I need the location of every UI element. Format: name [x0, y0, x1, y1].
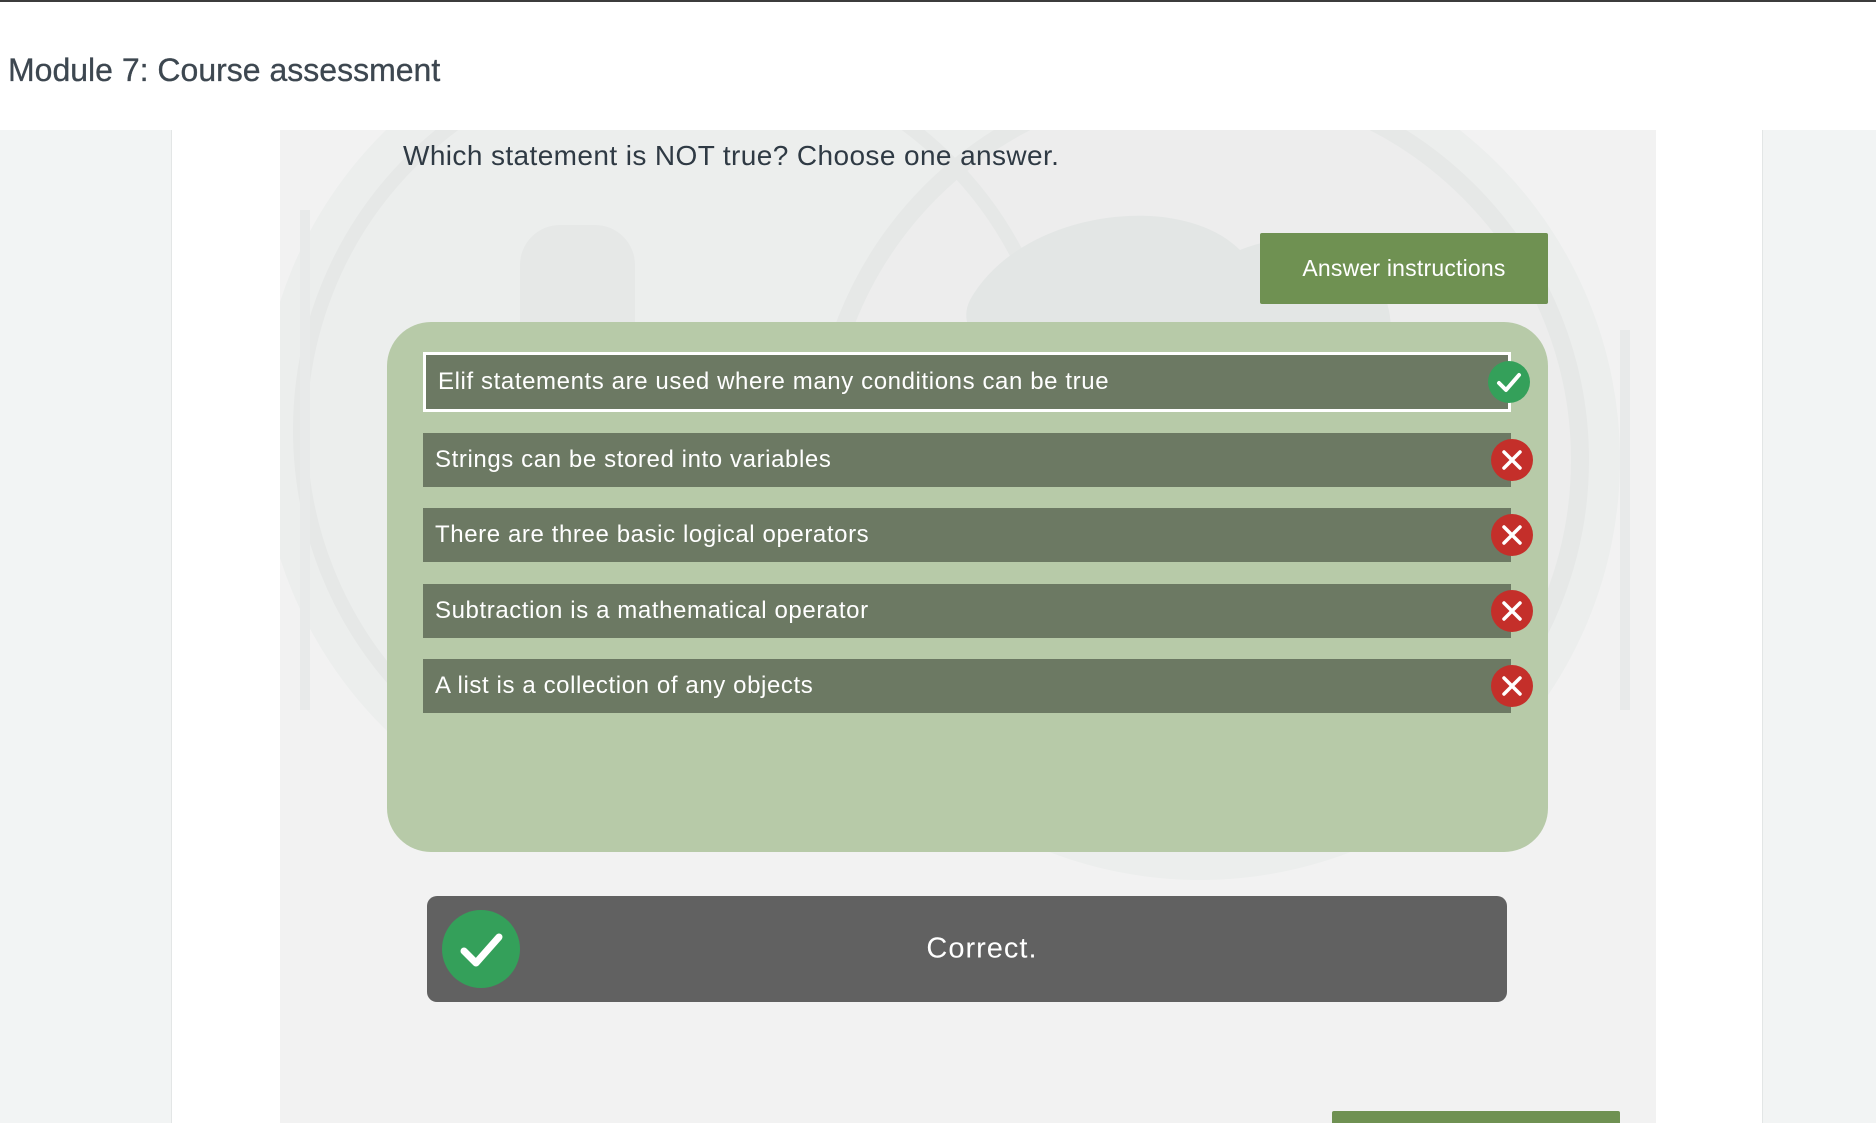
- answer-option[interactable]: Elif statements are used where many cond…: [423, 352, 1530, 412]
- close-icon: [1491, 590, 1533, 632]
- check-icon: [1488, 361, 1530, 403]
- answers-panel: Elif statements are used where many cond…: [387, 322, 1548, 852]
- answer-option-label: Subtraction is a mathematical operator: [435, 597, 869, 624]
- page-title: Module 7: Course assessment: [8, 52, 441, 88]
- question-text: Which statement is NOT true? Choose one …: [403, 140, 1060, 171]
- answer-instructions-button[interactable]: Answer instructions: [1260, 233, 1548, 304]
- feedback-banner: Correct.: [427, 896, 1507, 1002]
- page-margin-right: [1763, 130, 1876, 1123]
- answer-option-label: Strings can be stored into variables: [435, 446, 832, 473]
- feedback-text: Correct.: [926, 932, 1038, 965]
- answer-option[interactable]: Subtraction is a mathematical operator: [423, 584, 1533, 638]
- close-icon: [1491, 514, 1533, 556]
- close-icon: [1491, 439, 1533, 481]
- answer-option[interactable]: Strings can be stored into variables: [423, 433, 1533, 487]
- quiz-activity: Which statement is NOT true? Choose one …: [280, 130, 1656, 1123]
- answer-option[interactable]: There are three basic logical operators: [423, 508, 1533, 562]
- page-header: Module 7: Course assessment: [0, 0, 1876, 130]
- page-margin-left: [0, 130, 171, 1123]
- answer-option[interactable]: A list is a collection of any objects: [423, 659, 1533, 713]
- next-button[interactable]: [1332, 1111, 1620, 1123]
- answer-option-label: There are three basic logical operators: [435, 521, 870, 548]
- answer-option-label: Elif statements are used where many cond…: [438, 368, 1110, 395]
- close-icon: [1491, 665, 1533, 707]
- answer-option-label: A list is a collection of any objects: [435, 672, 814, 699]
